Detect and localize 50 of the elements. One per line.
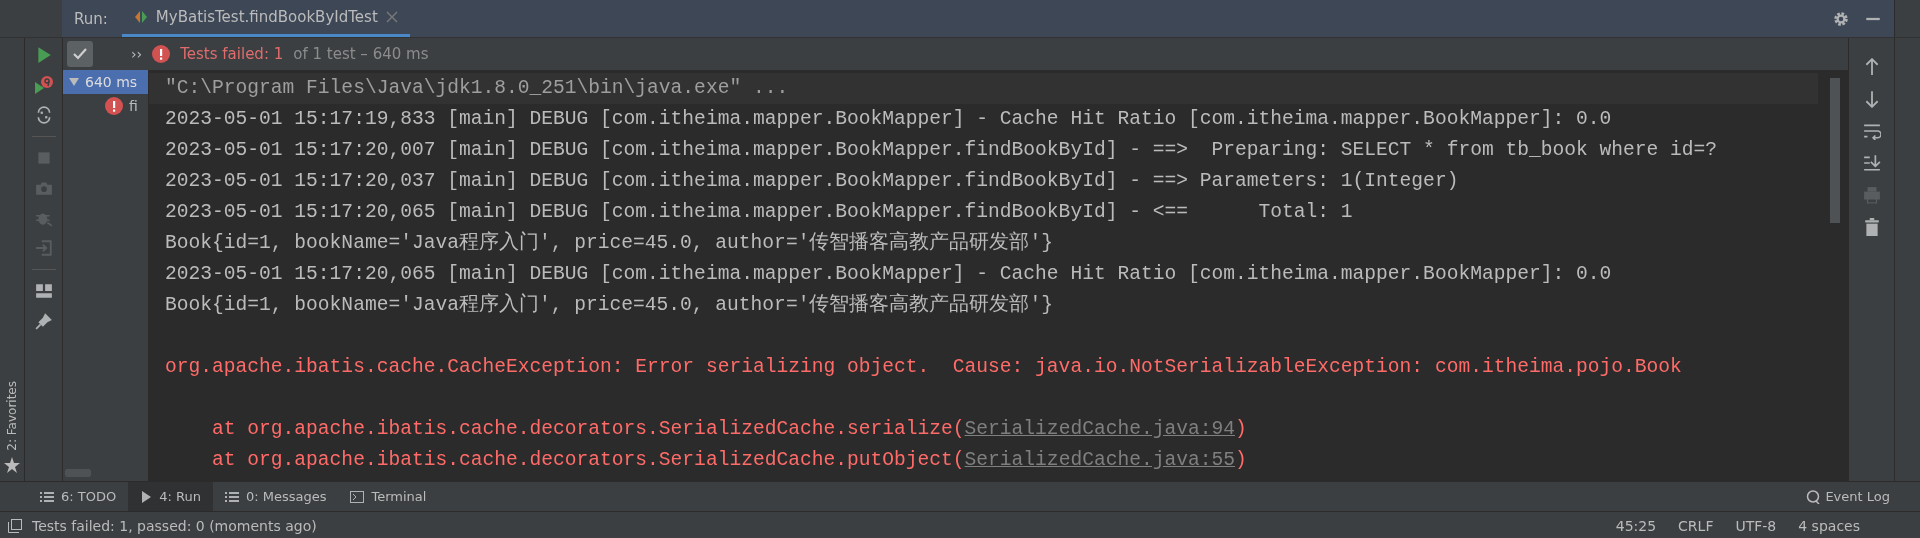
settings-icon[interactable] (1832, 9, 1850, 28)
show-passed-button[interactable] (67, 41, 93, 67)
tree-item[interactable]: fi (63, 94, 148, 118)
run-tab[interactable]: MyBatisTest.findBookByIdTest (121, 0, 410, 37)
favorites-tab[interactable]: 2: Favorites (5, 381, 19, 451)
stack-trace-line: at org.apache.ibatis.cache.decorators.SerializedCache.putObject(SerializedCache.java:55) (211, 448, 1248, 473)
terminal-icon (350, 490, 365, 503)
tool-windows-icon[interactable] (8, 518, 22, 533)
console-line: Book{id=1, bookName='Java程序入门', price=45.0, author='传智播客高教产品研发部'} (164, 230, 1054, 256)
error-icon (105, 97, 123, 115)
pin-icon[interactable] (34, 312, 53, 330)
console-line: 2023-05-01 15:17:20,037 [main] DEBUG [com.itheima.mapper.BookMapper.findBookById] - ==> Parameters: 1(Integer) (164, 169, 1460, 194)
list-icon (40, 490, 54, 503)
run-label: Run: (74, 9, 108, 28)
tests-failed-label: Tests failed: 1 (180, 45, 284, 63)
stack-trace-line: at org.apache.ibatis.cache.decorators.SerializedCache.serialize(SerializedCache.java:94) (211, 417, 1248, 442)
soft-wrap-icon[interactable] (1862, 122, 1881, 140)
status-item[interactable]: UTF-8 (1735, 517, 1777, 534)
more-toolbar-button[interactable]: ›› (131, 46, 143, 62)
console-line: 2023-05-01 15:17:20,065 [main] DEBUG [com.itheima.mapper.BookMapper.findBookById] - <== Total: 1 (164, 200, 1354, 225)
error-icon (152, 45, 171, 63)
scrollbar[interactable] (1830, 78, 1840, 223)
status-message: Tests failed: 1, passed: 0 (moments ago) (32, 517, 317, 534)
test-summary: of 1 test – 640 ms (293, 45, 429, 63)
tool-window-tab[interactable]: 6: TODO (28, 482, 129, 511)
rerun-failed-icon[interactable] (33, 76, 54, 94)
expanded-arrow-icon[interactable] (69, 77, 79, 87)
console-line: 2023-05-01 15:17:20,007 [main] DEBUG [com.itheima.mapper.BookMapper.findBookById] - ==> Preparing: SELECT * from tb_book where id=? (164, 138, 1719, 163)
layout-icon[interactable] (34, 282, 53, 300)
console-line: 2023-05-01 15:17:19,833 [main] DEBUG [com.itheima.mapper.BookMapper] - Cache Hit Ratio [com.itheima.mapper.BookMapper]: 0.0 (164, 107, 1613, 132)
scroll-to-end-icon[interactable] (1862, 154, 1881, 172)
console-line: Book{id=1, bookName='Java程序入门', price=45.0, author='传智播客高教产品研发部'} (164, 292, 1054, 318)
play-icon (140, 490, 153, 503)
tool-window-tab[interactable]: 4: Run (128, 482, 213, 511)
trash-icon[interactable] (1862, 218, 1881, 236)
source-link[interactable]: SerializedCache.java:94 (964, 418, 1235, 440)
checkmark-icon (72, 46, 88, 62)
star-icon[interactable] (4, 457, 20, 473)
test-icon (133, 10, 148, 24)
status-item[interactable]: CRLF (1678, 517, 1714, 534)
source-link[interactable]: SerializedCache.java:55 (964, 449, 1235, 471)
tool-window-tab[interactable]: 0: Messages (212, 482, 339, 511)
tree-item[interactable]: 640 ms (63, 70, 148, 94)
error-line: org.apache.ibatis.cache.CacheException: Error serializing object. Cause: java.io.NotSerializableException: com.itheima.pojo.Book (164, 355, 1683, 380)
event-log-tab[interactable]: Event Log (1825, 489, 1890, 504)
list-icon (224, 490, 239, 503)
status-item[interactable]: 4 spaces (1798, 517, 1860, 534)
tool-window-tab[interactable]: Terminal (338, 482, 439, 511)
console-line: 2023-05-01 15:17:20,065 [main] DEBUG [com.itheima.mapper.BookMapper] - Cache Hit Ratio [com.itheima.mapper.BookMapper]: 0.0 (164, 262, 1613, 287)
status-item[interactable]: 45:25 (1615, 517, 1657, 534)
